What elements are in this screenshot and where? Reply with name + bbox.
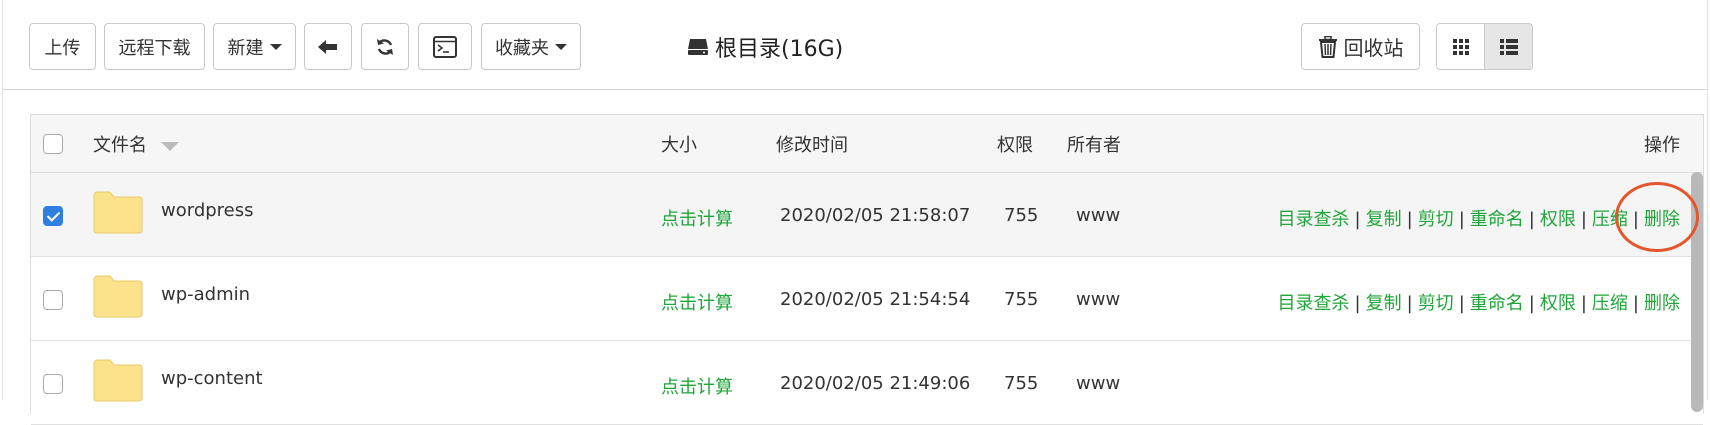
action-separator: | (1354, 209, 1361, 230)
column-filename[interactable]: 文件名 (93, 131, 179, 157)
action-separator: | (1580, 293, 1587, 314)
trash-icon (1318, 35, 1337, 58)
row-checkbox[interactable] (43, 206, 63, 226)
remote-download-label: 远程下载 (118, 37, 191, 59)
caret-down-icon (555, 43, 567, 50)
owner-value: www (1076, 289, 1121, 310)
column-owner[interactable]: 所有者 (1067, 131, 1121, 157)
action-separator: | (1406, 209, 1413, 230)
modified-time: 2020/02/05 21:54:54 (780, 289, 971, 310)
permission-value: 755 (1004, 205, 1039, 226)
modified-time: 2020/02/05 21:58:07 (780, 205, 971, 226)
favorites-label: 收藏夹 (495, 37, 549, 59)
arrow-left-icon (318, 39, 337, 54)
new-label: 新建 (227, 37, 264, 59)
column-perm[interactable]: 权限 (997, 131, 1033, 157)
grid-icon (1452, 38, 1469, 55)
owner-value: www (1076, 205, 1121, 226)
upload-button[interactable]: 上传 (29, 23, 96, 70)
column-mtime[interactable]: 修改时间 (776, 131, 848, 157)
remote-download-button[interactable]: 远程下载 (104, 23, 205, 70)
modified-time: 2020/02/05 21:49:06 (780, 373, 971, 394)
list-icon (1499, 38, 1518, 55)
sort-desc-icon (160, 141, 179, 151)
caret-down-icon (269, 43, 282, 50)
action-separator: | (1406, 293, 1413, 314)
row-checkbox[interactable] (43, 374, 63, 394)
column-ops: 操作 (1644, 135, 1680, 156)
file-manager: 上传 远程下载 新建 收藏夹 根目录(16G) 回收站 文件名 大小 修改时间 … (2, 0, 1708, 425)
upload-label: 上传 (44, 37, 81, 59)
file-table: 文件名 大小 修改时间 权限 所有者 操作 wordpress 点击计算 202… (30, 114, 1704, 425)
action-permission[interactable]: 权限 (1540, 293, 1576, 314)
action-cut[interactable]: 剪切 (1418, 293, 1454, 314)
action-copy[interactable]: 复制 (1366, 293, 1402, 314)
action-separator: | (1632, 293, 1639, 314)
size-calc-link[interactable]: 点击计算 (661, 289, 733, 315)
size-calc-link[interactable]: 点击计算 (661, 373, 733, 399)
owner-value: www (1076, 373, 1121, 394)
recycle-bin-label: 回收站 (1343, 36, 1404, 60)
table-row[interactable]: wp-admin 点击计算 2020/02/05 21:54:54 755 ww… (31, 257, 1703, 341)
action-permission[interactable]: 权限 (1540, 209, 1576, 230)
action-compress[interactable]: 压缩 (1592, 293, 1628, 314)
list-view-button[interactable] (1484, 23, 1533, 70)
action-copy[interactable]: 复制 (1366, 209, 1402, 230)
grid-view-button[interactable] (1436, 23, 1485, 70)
refresh-button[interactable] (361, 23, 409, 70)
action-delete[interactable]: 删除 (1644, 293, 1680, 314)
row-checkbox[interactable] (43, 290, 63, 310)
toolbar: 上传 远程下载 新建 收藏夹 根目录(16G) 回收站 (3, 0, 1707, 90)
file-name[interactable]: wp-admin (161, 284, 250, 305)
action-scan[interactable]: 目录查杀 (1278, 293, 1350, 314)
file-name[interactable]: wp-content (161, 368, 263, 389)
permission-value: 755 (1004, 373, 1039, 394)
refresh-icon (377, 38, 393, 55)
action-scan[interactable]: 目录查杀 (1278, 209, 1350, 230)
row-actions: 目录查杀 | 复制 | 剪切 | 重命名 | 权限 | 压缩 | 删除 (1278, 289, 1680, 315)
back-button[interactable] (304, 23, 352, 70)
folder-icon (93, 275, 143, 318)
table-header: 文件名 大小 修改时间 权限 所有者 操作 (31, 115, 1703, 173)
hard-drive-icon (688, 39, 708, 55)
action-separator: | (1354, 293, 1361, 314)
recycle-bin-button[interactable]: 回收站 (1301, 23, 1420, 70)
action-rename[interactable]: 重命名 (1470, 209, 1524, 230)
column-filename-label: 文件名 (93, 135, 147, 156)
select-all-checkbox[interactable] (43, 134, 63, 154)
favorites-dropdown-button[interactable]: 收藏夹 (481, 23, 581, 70)
terminal-icon (433, 35, 457, 58)
action-cut[interactable]: 剪切 (1418, 209, 1454, 230)
highlight-annotation (1615, 182, 1699, 252)
folder-icon (93, 191, 143, 234)
path-label: 根目录(16G) (715, 37, 844, 62)
size-calc-link[interactable]: 点击计算 (661, 205, 733, 231)
folder-icon (93, 359, 143, 402)
permission-value: 755 (1004, 289, 1039, 310)
table-row[interactable]: wp-content 点击计算 2020/02/05 21:49:06 755 … (31, 341, 1703, 425)
column-size[interactable]: 大小 (661, 131, 697, 157)
file-name[interactable]: wordpress (161, 200, 254, 221)
new-dropdown-button[interactable]: 新建 (213, 23, 296, 70)
action-separator: | (1528, 293, 1535, 314)
action-separator: | (1528, 209, 1535, 230)
terminal-button[interactable] (418, 23, 472, 70)
action-separator: | (1458, 209, 1465, 230)
action-separator: | (1458, 293, 1465, 314)
action-rename[interactable]: 重命名 (1470, 293, 1524, 314)
action-separator: | (1580, 209, 1587, 230)
table-row[interactable]: wordpress 点击计算 2020/02/05 21:58:07 755 w… (31, 173, 1703, 257)
current-path[interactable]: 根目录(16G) (687, 30, 843, 64)
